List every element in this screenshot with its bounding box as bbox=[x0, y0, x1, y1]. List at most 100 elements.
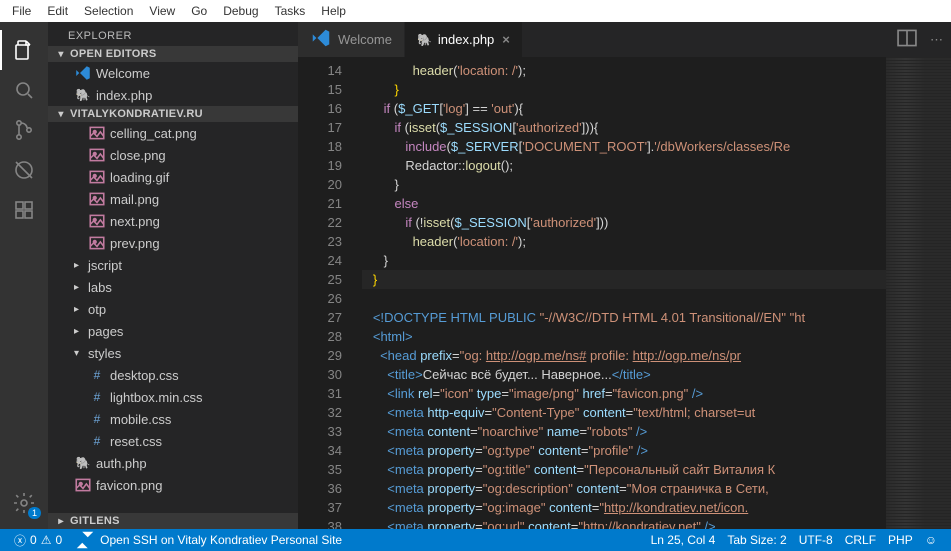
file-label: prev.png bbox=[110, 236, 160, 251]
menu-file[interactable]: File bbox=[4, 2, 39, 20]
status-tabsize[interactable]: Tab Size: 2 bbox=[721, 533, 792, 547]
menu-help[interactable]: Help bbox=[313, 2, 354, 20]
menu-debug[interactable]: Debug bbox=[215, 2, 266, 20]
open-editor-item[interactable]: Welcome bbox=[48, 62, 298, 84]
code-line[interactable]: <title>Сейчас всё будет... Наверное...</… bbox=[362, 365, 886, 384]
code-line[interactable]: <meta property="og:title" content="Персо… bbox=[362, 460, 886, 479]
php-icon: 🐘 bbox=[417, 33, 432, 47]
activity-extensions[interactable] bbox=[0, 190, 48, 230]
code-line[interactable]: <head prefix="og: http://ogp.me/ns# prof… bbox=[362, 346, 886, 365]
file-label: close.png bbox=[110, 148, 166, 163]
file-item[interactable]: mail.png bbox=[48, 188, 298, 210]
status-eol[interactable]: CRLF bbox=[839, 533, 882, 547]
menu-edit[interactable]: Edit bbox=[39, 2, 76, 20]
activity-explorer[interactable] bbox=[0, 30, 48, 70]
folder-item[interactable]: ▸labs bbox=[48, 276, 298, 298]
file-label: lightbox.min.css bbox=[110, 390, 202, 405]
editor-tab[interactable]: Welcome bbox=[298, 22, 405, 57]
file-label: jscript bbox=[88, 258, 122, 273]
code-line[interactable]: if (isset($_SESSION['authorized'])){ bbox=[362, 118, 886, 137]
file-item[interactable]: celling_cat.png bbox=[48, 122, 298, 144]
file-item[interactable]: 🐘 auth.php bbox=[48, 452, 298, 474]
open-editor-label: Welcome bbox=[96, 66, 150, 81]
close-icon[interactable]: × bbox=[502, 32, 510, 47]
status-remote[interactable]: Open SSH on Vitaly Kondratiev Personal S… bbox=[68, 529, 348, 551]
file-item[interactable]: favicon.png bbox=[48, 474, 298, 496]
code-line[interactable]: else bbox=[362, 194, 886, 213]
status-lncol[interactable]: Ln 25, Col 4 bbox=[645, 533, 722, 547]
file-item[interactable]: close.png bbox=[48, 144, 298, 166]
minimap[interactable] bbox=[886, 57, 951, 529]
code-line[interactable]: <meta property="og:description" content=… bbox=[362, 479, 886, 498]
code-line[interactable]: header('location: /'); bbox=[362, 61, 886, 80]
folder-item[interactable]: ▸otp bbox=[48, 298, 298, 320]
status-encoding[interactable]: UTF-8 bbox=[793, 533, 839, 547]
image-icon bbox=[88, 122, 106, 144]
activity-debug[interactable] bbox=[0, 150, 48, 190]
status-errors[interactable]: ⓧ0⚠0 bbox=[8, 532, 68, 549]
status-lang[interactable]: PHP bbox=[882, 533, 919, 547]
line-gutter: 1415161718192021222324252627282930313233… bbox=[298, 57, 356, 529]
folder-item[interactable]: ▸jscript bbox=[48, 254, 298, 276]
vscode-icon bbox=[74, 62, 92, 84]
menu-tasks[interactable]: Tasks bbox=[267, 2, 314, 20]
code-line[interactable]: <!DOCTYPE HTML PUBLIC "-//W3C//DTD HTML … bbox=[362, 308, 886, 327]
code-line[interactable]: } bbox=[362, 270, 886, 289]
code-line[interactable]: <meta property="og:image" content="http:… bbox=[362, 498, 886, 517]
code-line[interactable]: if (!isset($_SESSION['authorized'])) bbox=[362, 213, 886, 232]
code-line[interactable]: <meta property="og:type" content="profil… bbox=[362, 441, 886, 460]
code-line[interactable]: <html> bbox=[362, 327, 886, 346]
menu-view[interactable]: View bbox=[141, 2, 183, 20]
activity-search[interactable] bbox=[0, 70, 48, 110]
file-item[interactable]: #mobile.css bbox=[48, 408, 298, 430]
folder-item[interactable]: ▸pages bbox=[48, 320, 298, 342]
split-editor-icon[interactable] bbox=[896, 27, 918, 52]
file-item[interactable]: #reset.css bbox=[48, 430, 298, 452]
code-line[interactable] bbox=[362, 289, 886, 308]
activity-settings[interactable]: 1 bbox=[0, 483, 48, 523]
editor-area: Welcome 🐘index.php× ⋯ 1415161718192021222… bbox=[298, 22, 951, 529]
code-line[interactable]: <link rel="icon" type="image/png" href="… bbox=[362, 384, 886, 403]
more-actions-icon[interactable]: ⋯ bbox=[930, 32, 943, 48]
file-item[interactable]: next.png bbox=[48, 210, 298, 232]
image-icon bbox=[88, 232, 106, 254]
code-line[interactable]: } bbox=[362, 175, 886, 194]
editor-tab[interactable]: 🐘index.php× bbox=[405, 22, 523, 57]
code-line[interactable]: include($_SERVER['DOCUMENT_ROOT'].'/dbWo… bbox=[362, 137, 886, 156]
code-line[interactable]: } bbox=[362, 80, 886, 99]
code-editor[interactable]: header('location: /'); } if ($_GET['log'… bbox=[356, 57, 886, 529]
activity-source-control[interactable] bbox=[0, 110, 48, 150]
status-bar: ⓧ0⚠0 Open SSH on Vitaly Kondratiev Perso… bbox=[0, 529, 951, 551]
tab-label: Welcome bbox=[338, 32, 392, 47]
file-label: celling_cat.png bbox=[110, 126, 197, 141]
code-line[interactable]: Redactor::logout(); bbox=[362, 156, 886, 175]
menu-go[interactable]: Go bbox=[183, 2, 215, 20]
menu-selection[interactable]: Selection bbox=[76, 2, 141, 20]
file-label: auth.php bbox=[96, 456, 147, 471]
file-item[interactable]: #desktop.css bbox=[48, 364, 298, 386]
code-line[interactable]: if ($_GET['log'] == 'out'){ bbox=[362, 99, 886, 118]
file-item[interactable]: prev.png bbox=[48, 232, 298, 254]
file-label: loading.gif bbox=[110, 170, 169, 185]
php-icon: 🐘 bbox=[74, 456, 92, 470]
file-label: styles bbox=[88, 346, 121, 361]
file-label: labs bbox=[88, 280, 112, 295]
workspace-header[interactable]: ▾VITALYKONDRATIEV.RU bbox=[48, 106, 298, 122]
open-editor-label: index.php bbox=[96, 88, 152, 103]
image-icon bbox=[88, 166, 106, 188]
image-icon bbox=[88, 210, 106, 232]
code-line[interactable]: <meta content="noarchive" name="robots" … bbox=[362, 422, 886, 441]
chevron-right-icon: ▸ bbox=[74, 326, 86, 337]
code-line[interactable]: <meta http-equiv="Content-Type" content=… bbox=[362, 403, 886, 422]
code-line[interactable]: header('location: /'); bbox=[362, 232, 886, 251]
open-editor-item[interactable]: 🐘 index.php bbox=[48, 84, 298, 106]
file-item[interactable]: loading.gif bbox=[48, 166, 298, 188]
status-feedback-icon[interactable]: ☺ bbox=[919, 533, 943, 547]
file-item[interactable]: #lightbox.min.css bbox=[48, 386, 298, 408]
folder-item[interactable]: ▾styles bbox=[48, 342, 298, 364]
code-line[interactable]: } bbox=[362, 251, 886, 270]
code-line[interactable]: <meta property="og:url" content="http://… bbox=[362, 517, 886, 529]
gitlens-header[interactable]: ▸GITLENS bbox=[48, 513, 298, 529]
php-icon: 🐘 bbox=[74, 88, 92, 102]
open-editors-header[interactable]: ▾OPEN EDITORS bbox=[48, 46, 298, 62]
